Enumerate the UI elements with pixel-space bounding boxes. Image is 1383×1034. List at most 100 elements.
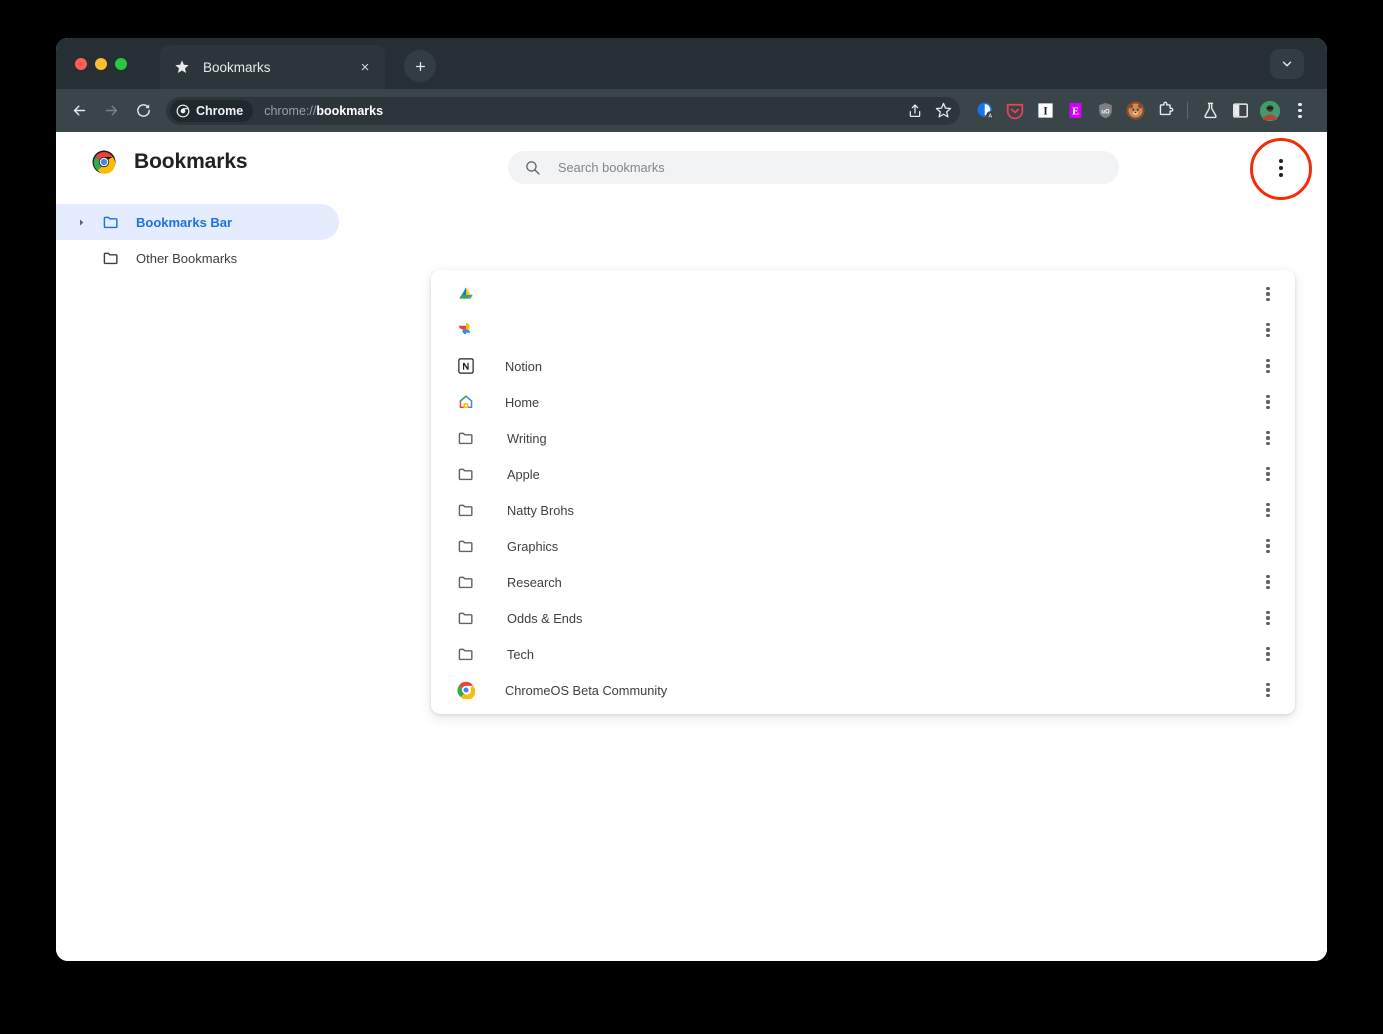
flask-icon[interactable] xyxy=(1195,96,1225,126)
bookmark-row-menu-button[interactable] xyxy=(1255,389,1281,415)
folder-icon xyxy=(457,465,475,483)
google-home-icon xyxy=(457,393,475,411)
address-bar[interactable]: Chrome chrome://bookmarks xyxy=(166,97,960,125)
bookmark-row[interactable]: Graphics xyxy=(431,528,1295,564)
folder-icon xyxy=(457,645,475,663)
bookmark-row-label: Research xyxy=(507,575,1255,590)
bookmark-row-label: Home xyxy=(505,395,1255,410)
google-drive-icon xyxy=(457,285,475,303)
bookmark-row-label: Natty Brohs xyxy=(507,503,1255,518)
google-photos-icon xyxy=(457,321,475,339)
three-dot-menu-icon xyxy=(1266,467,1269,482)
minimize-window-button[interactable] xyxy=(95,58,107,70)
folder-icon xyxy=(102,249,120,267)
chevron-down-icon[interactable] xyxy=(1270,49,1304,79)
page-title: Bookmarks xyxy=(134,150,247,174)
new-tab-button[interactable] xyxy=(404,50,436,82)
extension-instapaper-icon[interactable]: I xyxy=(1030,96,1060,126)
folder-icon xyxy=(457,537,475,555)
browser-window: Bookmarks × xyxy=(56,38,1327,961)
forward-arrow-icon[interactable] xyxy=(96,96,126,126)
close-window-button[interactable] xyxy=(75,58,87,70)
bookmark-row[interactable] xyxy=(431,276,1295,312)
bookmark-row-menu-button[interactable] xyxy=(1255,533,1281,559)
three-dot-menu-icon xyxy=(1266,647,1269,662)
bookmarks-sidebar: Bookmarks Bar Other Bookmarks xyxy=(56,192,356,276)
sidebar-item-label: Bookmarks Bar xyxy=(136,215,232,230)
chrome-menu-three-dot-icon[interactable] xyxy=(1285,96,1315,126)
bookmark-row-label: Graphics xyxy=(507,539,1255,554)
folder-icon xyxy=(102,213,120,231)
side-panel-icon[interactable] xyxy=(1225,96,1255,126)
svg-text:E: E xyxy=(1072,106,1079,117)
extension-toolbar: A I E xyxy=(970,96,1315,126)
chrome-origin-chip[interactable]: Chrome xyxy=(170,100,253,122)
bookmark-row-label: ChromeOS Beta Community xyxy=(505,683,1255,698)
bookmark-row-menu-button[interactable] xyxy=(1255,497,1281,523)
folder-icon xyxy=(457,573,475,591)
tab-bookmarks[interactable]: Bookmarks × xyxy=(160,45,385,89)
bookmark-row[interactable]: ChromeOS Beta Community xyxy=(431,672,1295,708)
folder-icon xyxy=(457,609,475,627)
three-dot-menu-icon xyxy=(1266,575,1269,590)
search-input[interactable] xyxy=(558,160,1119,175)
search-icon xyxy=(524,159,541,176)
extension-bear-avatar-icon[interactable] xyxy=(1120,96,1150,126)
chrome-chip-icon xyxy=(176,104,190,118)
three-dot-menu-icon xyxy=(1266,287,1269,302)
bookmark-row-menu-button[interactable] xyxy=(1255,641,1281,667)
bookmark-row-menu-button[interactable] xyxy=(1255,353,1281,379)
sidebar-item-label: Other Bookmarks xyxy=(136,251,237,266)
folder-icon xyxy=(457,501,475,519)
share-icon[interactable] xyxy=(902,98,928,124)
back-arrow-icon[interactable] xyxy=(64,96,94,126)
bookmark-row[interactable]: Odds & Ends xyxy=(431,600,1295,636)
extension-pocket-icon[interactable] xyxy=(1000,96,1030,126)
url-scheme: chrome:// xyxy=(264,104,316,118)
extension-ublock-origin-icon[interactable]: uO xyxy=(1090,96,1120,126)
bookmark-row[interactable]: Research xyxy=(431,564,1295,600)
avatar-icon[interactable] xyxy=(1255,96,1285,126)
sidebar-item-bookmarks-bar[interactable]: Bookmarks Bar xyxy=(56,204,339,240)
extension-puzzle-menu-icon[interactable] xyxy=(1150,96,1180,126)
bookmark-row-label: Apple xyxy=(507,467,1255,482)
search-bookmarks-bar[interactable] xyxy=(508,151,1119,184)
bookmark-row-menu-button[interactable] xyxy=(1255,605,1281,631)
bookmarks-list-card: Notion Home Writing Apple Natty Brohs Graphic… xyxy=(431,270,1295,714)
bookmark-row-label: Writing xyxy=(507,431,1255,446)
bookmark-row[interactable]: Tech xyxy=(431,636,1295,672)
bookmark-row-menu-button[interactable] xyxy=(1255,317,1281,343)
three-dot-menu-icon xyxy=(1266,323,1269,338)
chrome-logo-icon xyxy=(92,150,116,174)
bookmark-row-menu-button[interactable] xyxy=(1255,281,1281,307)
bookmark-row-menu-button[interactable] xyxy=(1255,569,1281,595)
extension-blue-circle-icon[interactable]: A xyxy=(970,96,1000,126)
bookmark-row-label: Odds & Ends xyxy=(507,611,1255,626)
three-dot-menu-icon xyxy=(1279,159,1284,178)
maximize-window-button[interactable] xyxy=(115,58,127,70)
bookmark-row[interactable]: Home xyxy=(431,384,1295,420)
close-icon[interactable]: × xyxy=(355,57,375,77)
window-traffic-lights xyxy=(56,58,127,70)
reload-icon[interactable] xyxy=(128,96,158,126)
bookmarks-overflow-menu-button[interactable] xyxy=(1266,153,1296,183)
bookmark-row[interactable]: Apple xyxy=(431,456,1295,492)
bookmark-row-menu-button[interactable] xyxy=(1255,425,1281,451)
bookmark-row-menu-button[interactable] xyxy=(1255,677,1281,703)
chevron-right-icon[interactable] xyxy=(74,218,88,227)
three-dot-menu-icon xyxy=(1266,395,1269,410)
bookmark-row[interactable]: Natty Brohs xyxy=(431,492,1295,528)
star-icon xyxy=(174,59,190,75)
bookmark-row[interactable] xyxy=(431,312,1295,348)
toolbar-separator xyxy=(1187,102,1188,119)
tab-strip: Bookmarks × xyxy=(56,38,1327,89)
bookmarks-header: Bookmarks xyxy=(56,132,1327,192)
sidebar-item-other-bookmarks[interactable]: Other Bookmarks xyxy=(56,240,339,276)
star-outline-icon[interactable] xyxy=(930,98,956,124)
three-dot-menu-icon xyxy=(1266,539,1269,554)
bookmark-row[interactable]: Notion xyxy=(431,348,1295,384)
extension-evernote-icon[interactable]: E xyxy=(1060,96,1090,126)
three-dot-menu-icon xyxy=(1266,503,1269,518)
bookmark-row[interactable]: Writing xyxy=(431,420,1295,456)
bookmark-row-menu-button[interactable] xyxy=(1255,461,1281,487)
